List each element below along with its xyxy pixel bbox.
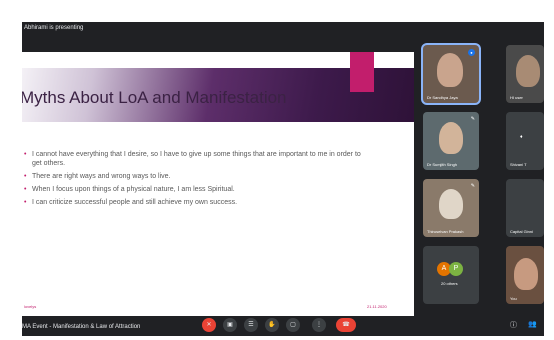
raise-hand-button[interactable]: ✋ <box>265 318 279 332</box>
participant-name: Thiruselvan Prakash <box>427 229 464 234</box>
participant-tile[interactable]: Capital Ginni <box>506 179 544 237</box>
participant-name: Capital Ginni <box>510 229 533 234</box>
present-icon: ▢ <box>290 322 296 328</box>
slide-title: Myths About LoA and Manifestation <box>22 88 287 107</box>
mic-off-icon: ✎ <box>470 116 475 122</box>
participant-name: Dr Sumjith Singh <box>427 162 458 167</box>
slide-footer-left: lovelys <box>24 304 37 309</box>
participant-tile[interactable]: ✎ Dr Sumjith Singh <box>423 112 479 170</box>
slide-bullet-list: • I cannot have everything that I desire,… <box>24 150 364 211</box>
participant-name: HI user <box>510 95 523 100</box>
slide-footer-date: 21.11.2020 <box>367 304 387 309</box>
participant-video <box>437 53 463 87</box>
participant-video <box>439 189 463 219</box>
participant-video <box>439 122 463 154</box>
end-call-icon: ☎ <box>342 322 350 328</box>
participant-tile[interactable]: HI user <box>506 45 544 103</box>
participant-avatar-icon: P <box>449 262 463 276</box>
participant-video <box>516 55 540 87</box>
slide-accent-block <box>350 52 374 92</box>
people-icon: 👥 <box>528 321 537 328</box>
present-now-button[interactable]: ▢ <box>286 318 300 332</box>
meeting-window: Abhirami is presenting Myths About LoA a… <box>22 22 544 336</box>
participant-tile[interactable]: ✎ Thiruselvan Prakash <box>423 179 479 237</box>
people-button[interactable]: 👥 <box>528 320 537 328</box>
more-options-button[interactable]: ⋮ <box>312 318 326 332</box>
more-options-icon: ⋮ <box>316 322 322 328</box>
bullet-marker-icon: • <box>24 151 27 158</box>
participant-name: You <box>510 296 517 301</box>
slide-bullet: • I cannot have everything that I desire,… <box>24 151 361 167</box>
captions-button[interactable]: ☰ <box>244 318 258 332</box>
participant-tile[interactable]: ♦ Shivani T <box>506 112 544 170</box>
raise-hand-icon: ✋ <box>268 322 276 328</box>
speaking-indicator-icon: ● <box>468 49 475 56</box>
meeting-title: MA Event - Manifestation & Law of Attrac… <box>22 324 141 330</box>
mic-off-icon: ✎ <box>470 183 475 189</box>
camera-toggle-button[interactable]: ▣ <box>223 318 237 332</box>
participant-tile[interactable]: ● Dr Sandhya Jaya <box>423 45 479 103</box>
mic-off-icon: ✕ <box>206 322 212 328</box>
shared-slide: Myths About LoA and Manifestation • I can… <box>22 52 414 316</box>
others-count: 20 others <box>441 281 458 286</box>
slide-bullet: • I can criticize successful people and s… <box>24 199 238 206</box>
bullet-marker-icon: • <box>24 186 27 193</box>
end-call-button[interactable]: ☎ <box>336 318 356 332</box>
others-tile[interactable]: A P 20 others <box>423 246 479 304</box>
participant-video <box>514 258 538 290</box>
slide-bullet: • There are right ways and wrong ways to … <box>24 173 171 180</box>
captions-icon: ☰ <box>248 322 254 328</box>
self-tile[interactable]: You <box>506 246 544 304</box>
presenting-banner: Abhirami is presenting <box>24 25 84 31</box>
mic-off-icon: ♦ <box>520 134 523 140</box>
bullet-marker-icon: • <box>24 199 27 206</box>
mic-toggle-button[interactable]: ✕ <box>202 318 216 332</box>
participant-name: Dr Sandhya Jaya <box>427 95 458 100</box>
slide-bullet: • When I focus upon things of a physical … <box>24 186 235 193</box>
bullet-marker-icon: • <box>24 173 27 180</box>
camera-icon: ▣ <box>227 322 233 328</box>
meeting-details-button[interactable]: ⓘ <box>510 320 517 330</box>
participant-name: Shivani T <box>510 162 527 167</box>
info-icon: ⓘ <box>510 322 517 329</box>
